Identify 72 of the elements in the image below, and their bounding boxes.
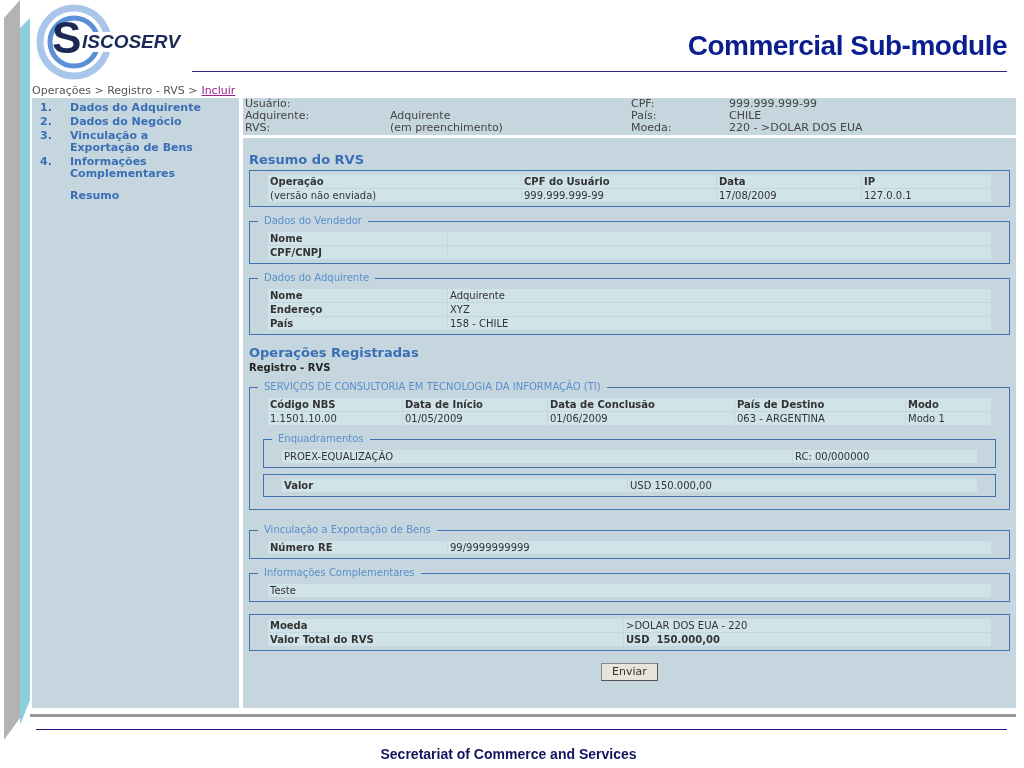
field-label: Endereço (268, 303, 447, 316)
table-cell: 999.999.999-99 (522, 189, 716, 202)
fieldset-legend: Dados do Adquirente (258, 271, 376, 285)
info-label: RVS: (245, 122, 272, 134)
table-cell: 127.0.0.1 (862, 189, 991, 202)
column-header: País de Destino (735, 398, 905, 411)
field-value: 158 - CHILE (448, 317, 991, 330)
sidebar-item[interactable]: Dados do Negócio (70, 116, 210, 128)
column-header: IP (862, 175, 991, 188)
field-label: CPF/CNPJ (268, 246, 447, 259)
table-cell: 01/06/2009 (548, 412, 734, 425)
sidebar-item[interactable]: Dados do Adquirente (70, 102, 210, 114)
table-cell: 01/05/2009 (403, 412, 547, 425)
column-header: Data de Conclusão (548, 398, 734, 411)
section-subtitle: Registro - RVS (249, 361, 332, 375)
column-header: CPF do Usuário (522, 175, 716, 188)
field-label: Número RE (268, 541, 447, 554)
field-label: Moeda (268, 619, 623, 632)
section-title: Resumo do RVS (249, 152, 366, 168)
slide-footer: Secretariat of Commerce and Services (380, 744, 637, 765)
field-label: Valor (282, 479, 627, 492)
column-header: Operação (268, 175, 521, 188)
sidebar-item[interactable]: Vinculação a Exportação de Bens (70, 130, 210, 154)
column-header: Modo (906, 398, 991, 411)
field-value: 99/9999999999 (448, 541, 991, 554)
fieldset-legend: Enquadramentos (272, 432, 370, 446)
info-label: Adquirente: (245, 110, 311, 122)
column-header: Código NBS (268, 398, 402, 411)
info-value: (em preenchimento) (390, 122, 503, 134)
fieldset-legend: SERVIÇOS DE CONSULTORIA EM TECNOLOGIA DA INFORMAÇÃO (TI) (258, 380, 607, 394)
fieldset-legend: Vinculação a Exportação de Bens (258, 523, 437, 537)
slide-title: Commercial Sub-module (687, 30, 1007, 62)
table-cell: RC: 00/000000 (793, 450, 977, 463)
step-number: 2. (40, 116, 53, 128)
section-title: Operações Registradas (249, 345, 420, 361)
step-number: 4. (40, 156, 53, 170)
info-value: 220 - >DOLAR DOS EUA (729, 122, 863, 134)
step-number: 1. (40, 102, 53, 114)
breadcrumb-path: Operações > Registro - RVS > (32, 84, 198, 98)
info-label: Moeda: (631, 122, 673, 134)
table-cell: PROEX-EQUALIZAÇÃO (282, 450, 792, 463)
info-label: País: (631, 110, 658, 122)
info-value: CHILE (729, 110, 762, 122)
info-label: Usuário: (245, 98, 292, 110)
logo-initial: S (52, 16, 82, 60)
field-label: Valor Total do RVS (268, 633, 623, 646)
field-label: Nome (268, 232, 447, 245)
info-value: Adquirente (390, 110, 451, 122)
column-header: Data (717, 175, 861, 188)
column-header: Data de Início (403, 398, 547, 411)
sidebar-item[interactable]: Resumo (70, 190, 210, 202)
field-label: País (268, 317, 447, 330)
table-cell: 063 - ARGENTINA (735, 412, 905, 425)
field-label: Nome (268, 289, 447, 302)
field-value: XYZ (448, 303, 991, 316)
info-text: Teste (268, 584, 991, 597)
submit-button[interactable]: Enviar (601, 663, 658, 681)
info-label: CPF: (631, 98, 656, 110)
field-value: USD 150.000,00 (628, 479, 977, 492)
fieldset-legend: Informações Complementares (258, 566, 421, 580)
field-value: Adquirente (448, 289, 991, 302)
breadcrumb-link[interactable]: Incluir (201, 84, 236, 98)
field-value: USD 150.000,00 (624, 633, 991, 646)
table-cell: 17/08/2009 (717, 189, 861, 202)
info-value: 999.999.999-99 (729, 98, 817, 110)
step-number: 3. (40, 130, 53, 144)
table-cell: 1.1501.10.00 (268, 412, 402, 425)
table-cell: (versão não enviada) (268, 189, 521, 202)
sidebar-item[interactable]: Informações Complementares (70, 156, 210, 180)
table-cell: Modo 1 (906, 412, 991, 425)
logo-text: ISCOSERV (82, 32, 183, 52)
field-value: >DOLAR DOS EUA - 220 (624, 619, 991, 632)
